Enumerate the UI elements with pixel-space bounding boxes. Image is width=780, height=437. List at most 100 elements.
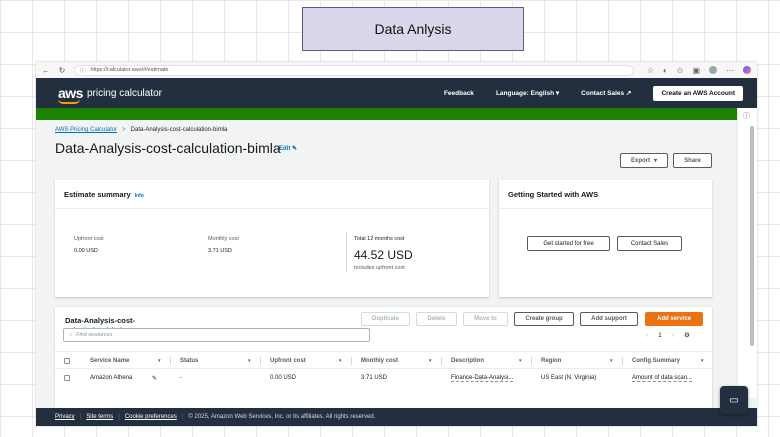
site-terms-link[interactable]: Site terms xyxy=(86,414,113,420)
add-support-button[interactable]: Add support xyxy=(580,312,638,326)
external-link-icon: ↗ xyxy=(625,90,632,97)
total-cost-note: Includes upfront cost xyxy=(354,265,405,271)
panel-divider xyxy=(499,208,712,209)
pencil-icon[interactable]: ✎ xyxy=(152,369,157,387)
page-title: Data-Analysis-cost-calculation-bimla xyxy=(55,140,281,156)
browser-actions: ☆ ◐ ✩ ▣ ⋯ xyxy=(647,65,751,75)
column-separator xyxy=(351,357,352,365)
upfront-cost-cell: 0.00 USD xyxy=(270,375,297,381)
column-separator xyxy=(441,357,442,365)
create-group-button[interactable]: Create group xyxy=(514,312,574,326)
upfront-cost-label: Upfront cost xyxy=(74,236,104,242)
pencil-icon: ✎ xyxy=(292,146,298,152)
breadcrumb-current: Data-Analysis-cost-calculation-bimla xyxy=(130,127,228,133)
favorites-icon[interactable]: ✩ xyxy=(677,66,684,75)
contact-sales-button[interactable]: Contact Sales xyxy=(617,236,682,251)
sort-icon[interactable]: ▾ xyxy=(339,358,342,364)
region-cell: US East (N. Virginia) xyxy=(541,375,597,381)
sort-icon[interactable]: ▾ xyxy=(701,358,704,364)
sort-icon[interactable]: ▾ xyxy=(248,358,251,364)
description-cell[interactable]: Finance-Data-Analysi... xyxy=(451,375,514,382)
footer-separator: | xyxy=(118,414,120,420)
row-checkbox[interactable] xyxy=(64,375,70,381)
duplicate-button[interactable]: Duplicate xyxy=(361,312,410,326)
copyright-text: © 2025, Amazon Web Services, Inc. or its… xyxy=(188,414,376,420)
reload-icon[interactable]: ↻ xyxy=(58,66,66,75)
address-bar[interactable]: ⓘ https://calculator.aws/#/estimate xyxy=(74,64,634,76)
col-service-name[interactable]: Service Name xyxy=(90,352,129,370)
monthly-cost-label: Monthly cost xyxy=(208,236,239,242)
footer: Privacy | Site terms | Cookie preference… xyxy=(36,408,757,426)
monthly-cost-cell: 3.71 USD xyxy=(361,375,388,381)
right-rail: ⓘ xyxy=(737,108,757,398)
service-name-cell: Amazon Athena xyxy=(90,375,133,381)
chat-icon[interactable]: ▭ xyxy=(720,386,748,414)
share-button[interactable]: Share xyxy=(673,153,712,168)
success-banner xyxy=(36,108,757,120)
getting-started-title: Getting Started with AWS xyxy=(508,190,599,199)
col-description[interactable]: Description xyxy=(451,352,484,370)
collections-icon[interactable]: ▣ xyxy=(692,66,700,75)
total-cost-value: 44.52 USD xyxy=(354,248,413,262)
extension-icon[interactable]: ◐ xyxy=(663,66,668,75)
pagination: ‹ 1 › ⚙ xyxy=(646,331,690,340)
col-monthly-cost[interactable]: Monthly cost xyxy=(361,352,398,370)
feedback-link[interactable]: Feedback xyxy=(444,90,474,97)
search-input[interactable]: ⌕ Find resources xyxy=(63,328,370,342)
sort-icon[interactable]: ▾ xyxy=(158,358,161,364)
move-to-button[interactable]: Move to xyxy=(463,312,508,326)
gear-icon[interactable]: ⚙ xyxy=(684,331,690,339)
edit-link[interactable]: Edit ✎ xyxy=(279,145,297,152)
chevron-right-icon: > xyxy=(122,127,126,133)
star-icon[interactable]: ☆ xyxy=(647,66,654,75)
more-icon[interactable]: ⋯ xyxy=(726,66,734,75)
caret-down-icon: ▾ xyxy=(654,158,658,164)
aws-header: aws pricing calculator Feedback Language… xyxy=(36,78,757,108)
scrollbar[interactable] xyxy=(750,126,754,346)
sort-icon[interactable]: ▾ xyxy=(610,358,613,364)
cookie-preferences-link[interactable]: Cookie preferences xyxy=(125,414,177,420)
select-all-checkbox[interactable] xyxy=(64,358,70,364)
config-summary-cell[interactable]: Amount of data scan... xyxy=(632,375,693,382)
chevron-right-icon[interactable]: › xyxy=(672,332,674,339)
page-number[interactable]: 1 xyxy=(658,332,662,339)
arrow-left-icon[interactable]: ← xyxy=(42,66,50,75)
delete-button[interactable]: Delete xyxy=(416,312,457,326)
add-service-button[interactable]: Add service xyxy=(645,312,703,326)
getting-started-panel: Getting Started with AWS Get started for… xyxy=(499,180,712,297)
footer-separator: | xyxy=(181,414,184,420)
aws-smile-logo xyxy=(58,99,80,104)
language-selector[interactable]: Language: English ▾ xyxy=(496,89,559,97)
status-cell: - xyxy=(180,375,182,381)
contact-sales-link[interactable]: Contact Sales ↗ xyxy=(581,89,631,97)
breadcrumb-root[interactable]: AWS Pricing Calculator xyxy=(55,127,117,133)
get-started-free-button[interactable]: Get started for free xyxy=(527,236,610,251)
privacy-link[interactable]: Privacy xyxy=(55,414,75,420)
footer-separator: | xyxy=(79,414,82,420)
total-cost-label: Total 12 months cost xyxy=(354,236,405,242)
copilot-icon[interactable] xyxy=(743,65,751,74)
column-divider xyxy=(346,232,347,272)
column-separator xyxy=(531,357,532,365)
sort-icon[interactable]: ▾ xyxy=(519,358,522,364)
profile-avatar[interactable] xyxy=(709,65,717,74)
browser-toolbar: ← ↻ ⓘ https://calculator.aws/#/estimate … xyxy=(36,62,757,78)
create-account-button[interactable]: Create an AWS Account xyxy=(653,85,743,101)
column-separator xyxy=(260,357,261,365)
url-text: https://calculator.aws/#/estimate xyxy=(90,67,169,73)
info-circle-icon[interactable]: ⓘ xyxy=(743,111,750,121)
col-region[interactable]: Region xyxy=(541,352,561,370)
export-button[interactable]: Export ▾ xyxy=(620,153,668,168)
caret-down-icon: ▾ xyxy=(555,90,560,97)
slide-title: Data Anlysis xyxy=(302,7,524,51)
breadcrumb: AWS Pricing Calculator > Data-Analysis-cos… xyxy=(55,127,227,133)
sort-icon[interactable]: ▾ xyxy=(429,358,432,364)
col-upfront-cost[interactable]: Upfront cost xyxy=(270,352,306,370)
info-link[interactable]: Info xyxy=(135,193,144,199)
panel-divider xyxy=(55,208,489,209)
column-separator xyxy=(170,357,171,365)
col-status[interactable]: Status xyxy=(180,352,198,370)
chevron-left-icon[interactable]: ‹ xyxy=(646,332,648,339)
aws-logo[interactable]: aws xyxy=(58,85,83,104)
col-config-summary[interactable]: Config Summary xyxy=(632,352,680,370)
